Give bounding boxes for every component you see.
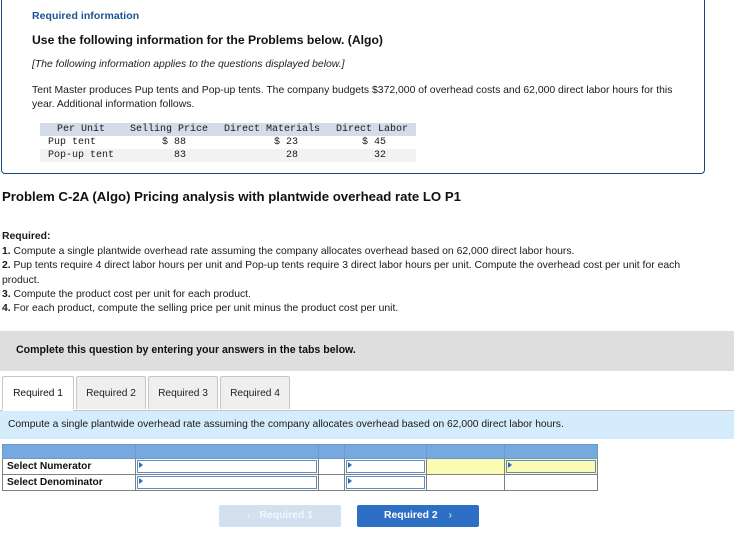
dropdown-caret-icon xyxy=(348,462,352,468)
denominator-result-spacer-cell xyxy=(504,474,598,491)
previous-requirement-button[interactable]: ‹ Required 1 xyxy=(219,505,341,527)
complete-question-text: Complete this question by entering your … xyxy=(16,344,356,356)
requirement-text-3: Compute the product cost per unit for ea… xyxy=(10,288,251,300)
denominator-operator-cell xyxy=(318,474,345,491)
requirement-number-3: 3. xyxy=(2,288,11,300)
table-row: Pup tent $ 88 $ 23 $ 45 xyxy=(40,136,416,149)
header-cell xyxy=(318,444,345,459)
page-title: Problem C-2A (Algo) Pricing analysis wit… xyxy=(2,189,461,204)
next-requirement-label: Required 2 xyxy=(383,510,438,521)
numerator-operator-cell xyxy=(318,458,345,475)
column-header-direct-materials: Direct Materials xyxy=(216,123,329,136)
required-information-panel: Required information Use the following i… xyxy=(1,0,705,174)
answer-entry-table: Select Numerator Select Denominator xyxy=(2,444,598,491)
denominator-value-cell[interactable] xyxy=(135,474,319,491)
table-row: Select Denominator xyxy=(2,474,598,491)
tab-required-3[interactable]: Required 3 xyxy=(148,376,218,409)
pop-up-tent-direct-labor: 32 xyxy=(328,149,417,162)
scenario-body-text: Tent Master produces Pup tents and Pop-u… xyxy=(32,85,673,110)
tab-required-1[interactable]: Required 1 xyxy=(2,376,74,409)
table-row: Pop-up tent 83 28 32 xyxy=(40,149,417,162)
requirement-text-2: Pup tents require 4 direct labor hours p… xyxy=(2,260,681,286)
requirements-list: Required: 1. Compute a single plantwide … xyxy=(2,230,702,316)
requirement-number-2: 2. xyxy=(2,260,11,272)
navigation-row: ‹ Required 1 Required 2 › xyxy=(0,505,734,529)
header-cell xyxy=(135,444,319,459)
numerator-value-cell[interactable] xyxy=(135,458,319,475)
applies-note: [The following information applies to th… xyxy=(32,59,345,70)
dropdown-caret-icon xyxy=(348,478,352,484)
denominator-spacer-cell xyxy=(426,474,505,491)
header-cell xyxy=(344,444,427,459)
row-label-pop-up-tent: Pop-up tent xyxy=(40,149,123,162)
numerator-secondary-input[interactable] xyxy=(346,460,425,473)
chevron-left-icon: ‹ xyxy=(246,510,251,521)
complete-question-bar: Complete this question by entering your … xyxy=(0,331,734,371)
table-header-row: Per Unit Selling Price Direct Materials … xyxy=(40,123,417,136)
column-header-per-unit: Per Unit xyxy=(40,123,123,136)
dropdown-caret-icon xyxy=(139,478,143,484)
overhead-rate-result-cell[interactable] xyxy=(504,458,598,475)
numerator-input[interactable] xyxy=(137,460,317,473)
overhead-rate-label-cell xyxy=(426,458,505,475)
requirement-number-1: 1. xyxy=(2,246,11,258)
required-information-label: Required information xyxy=(32,10,140,22)
numerator-secondary-cell[interactable] xyxy=(344,458,427,475)
requirement-text-1: Compute a single plantwide overhead rate… xyxy=(10,246,575,258)
requirement-number-4: 4. xyxy=(2,303,11,315)
answer-table-header-row xyxy=(2,444,598,459)
column-header-direct-labor: Direct Labor xyxy=(328,123,417,136)
dropdown-caret-icon xyxy=(139,462,143,468)
table-row: Select Numerator xyxy=(2,458,598,475)
requirement-item-1: 1. Compute a single plantwide overhead r… xyxy=(2,245,702,259)
tab-instruction-text: Compute a single plantwide overhead rate… xyxy=(8,419,564,430)
per-unit-data-table: Per Unit Selling Price Direct Materials … xyxy=(40,123,417,162)
column-header-selling-price: Selling Price xyxy=(122,123,217,136)
previous-requirement-label: Required 1 xyxy=(259,510,314,521)
requirement-tabs: Required 1 Required 2 Required 3 Require… xyxy=(0,376,734,411)
row-label-pup-tent: Pup tent xyxy=(48,137,97,148)
tab-instruction-bar: Compute a single plantwide overhead rate… xyxy=(0,411,734,439)
row-label-select-numerator: Select Numerator xyxy=(2,458,136,475)
pup-tent-selling-price: $ 88 xyxy=(162,137,187,148)
denominator-input[interactable] xyxy=(137,476,317,489)
dropdown-caret-icon xyxy=(508,462,512,468)
tab-required-4[interactable]: Required 4 xyxy=(220,376,290,409)
header-cell xyxy=(2,444,136,459)
next-requirement-button[interactable]: Required 2 › xyxy=(357,505,479,527)
header-cell xyxy=(504,444,598,459)
pup-tent-direct-labor: $ 45 xyxy=(362,137,387,148)
pop-up-tent-direct-materials: 28 xyxy=(216,149,329,162)
overhead-rate-input[interactable] xyxy=(506,460,596,473)
denominator-secondary-input[interactable] xyxy=(346,476,425,489)
requirement-item-2: 2. Pup tents require 4 direct labor hour… xyxy=(2,259,702,287)
requirement-text-4: For each product, compute the selling pr… xyxy=(10,303,399,315)
denominator-secondary-cell[interactable] xyxy=(344,474,427,491)
required-information-heading: Use the following information for the Pr… xyxy=(32,33,383,47)
header-cell xyxy=(426,444,505,459)
chevron-right-icon: › xyxy=(448,510,453,521)
tab-required-2[interactable]: Required 2 xyxy=(76,376,146,409)
row-label-select-denominator: Select Denominator xyxy=(2,474,136,491)
requirements-heading: Required: xyxy=(2,231,51,242)
requirement-item-4: 4. For each product, compute the selling… xyxy=(2,302,702,316)
pop-up-tent-selling-price: 83 xyxy=(122,149,217,162)
requirement-item-3: 3. Compute the product cost per unit for… xyxy=(2,288,702,302)
pup-tent-direct-materials: $ 23 xyxy=(274,137,299,148)
